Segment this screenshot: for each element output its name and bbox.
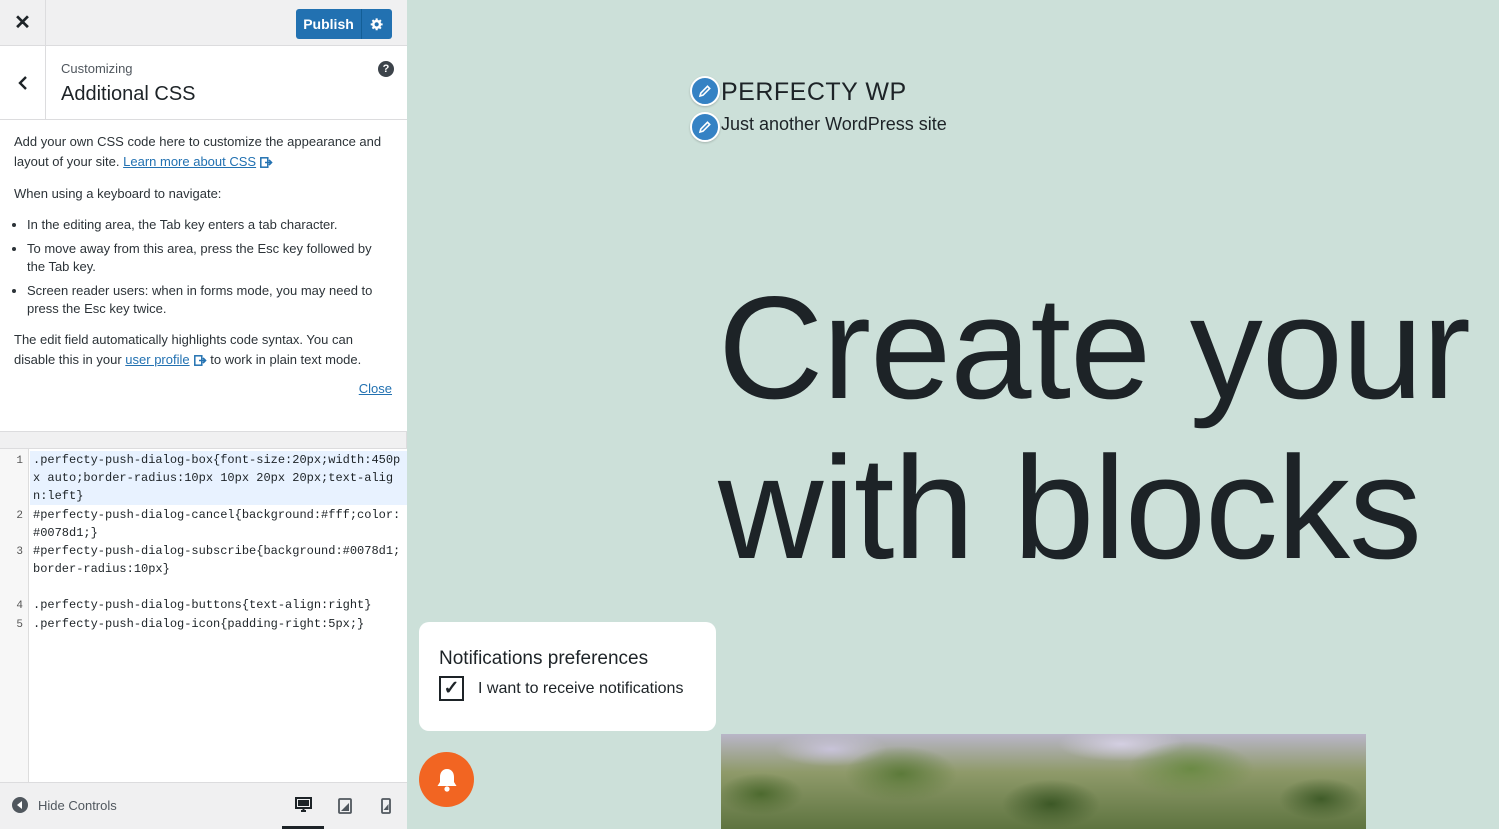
line-number: 3 xyxy=(16,546,23,558)
code-line[interactable]: .perfecty-push-dialog-box{font-size:20px… xyxy=(30,451,407,505)
code-line[interactable]: #perfecty-push-dialog-cancel{background:… xyxy=(33,506,401,542)
learn-more-css-link[interactable]: Learn more about CSS xyxy=(123,154,256,169)
line-number: 4 xyxy=(16,600,23,612)
code-line[interactable]: .perfecty-push-dialog-buttons{text-align… xyxy=(33,596,401,614)
publish-settings-button[interactable] xyxy=(362,9,392,39)
notification-checkbox[interactable]: ✓ xyxy=(439,676,464,701)
syntax-paragraph: The edit field automatically highlights … xyxy=(14,330,393,370)
list-item: Screen reader users: when in forms mode,… xyxy=(27,282,393,318)
back-button[interactable] xyxy=(0,46,46,119)
line-number: 1 xyxy=(16,455,23,467)
notification-bell-button[interactable] xyxy=(419,752,474,807)
hero-line: Create your w xyxy=(718,266,1499,429)
notification-preferences-box: Notifications preferences ✓ I want to re… xyxy=(419,622,716,731)
external-link-icon xyxy=(193,355,207,366)
publish-button[interactable]: Publish xyxy=(296,9,362,39)
edit-tagline-button[interactable] xyxy=(690,112,720,142)
keyboard-tips-list: In the editing area, the Tab key enters … xyxy=(14,216,393,318)
css-code-editor[interactable]: 1 2 3 4 5 .perfecty-push-dialog-box{font… xyxy=(0,448,407,782)
line-number: 2 xyxy=(16,510,23,522)
line-number-gutter: 1 2 3 4 5 xyxy=(0,449,29,782)
code-line[interactable]: #perfecty-push-dialog-subscribe{backgrou… xyxy=(33,542,401,578)
hero-heading: Create your w with blocks xyxy=(718,268,1499,588)
hero-image xyxy=(721,734,1366,829)
customizer-footer: Hide Controls xyxy=(0,782,407,829)
intro-paragraph: Add your own CSS code here to customize … xyxy=(14,132,393,172)
customizer-sidebar: ✕ Publish Customizing Additional CSS ? A… xyxy=(0,0,407,829)
notification-option: ✓ I want to receive notifications xyxy=(439,676,696,701)
help-icon[interactable]: ? xyxy=(378,61,394,77)
close-description-link[interactable]: Close xyxy=(359,379,392,399)
edit-site-title-button[interactable] xyxy=(690,76,720,106)
external-link-icon xyxy=(260,157,273,168)
hide-controls-label: Hide Controls xyxy=(38,797,117,813)
site-tagline: Just another WordPress site xyxy=(721,114,947,134)
hero-line: with blocks xyxy=(718,426,1422,589)
preview-desktop-button[interactable] xyxy=(282,783,324,829)
hide-controls-button[interactable]: Hide Controls xyxy=(12,797,117,813)
syntax-text-end: to work in plain text mode. xyxy=(210,352,362,367)
notification-title: Notifications preferences xyxy=(439,648,649,669)
user-profile-link[interactable]: user profile xyxy=(125,352,189,367)
desktop-icon xyxy=(294,796,312,812)
pencil-icon xyxy=(698,121,711,134)
site-title[interactable]: PERFECTY WP xyxy=(721,78,907,107)
tablet-icon xyxy=(338,798,352,814)
chevron-left-icon xyxy=(17,75,27,90)
css-description: Add your own CSS code here to customize … xyxy=(0,120,407,432)
preview-mobile-button[interactable] xyxy=(365,783,407,829)
keyboard-heading: When using a keyboard to navigate: xyxy=(14,186,222,201)
bell-icon xyxy=(437,768,456,792)
collapse-arrow-icon xyxy=(12,797,28,813)
line-number: 5 xyxy=(16,619,23,631)
section-header: Customizing Additional CSS ? xyxy=(0,46,407,120)
notification-checkbox-label[interactable]: I want to receive notifications xyxy=(478,680,683,698)
site-preview: PERFECTY WP Just another WordPress site … xyxy=(408,0,1499,829)
list-item: To move away from this area, press the E… xyxy=(27,240,393,276)
gear-icon xyxy=(370,18,383,31)
breadcrumb: Customizing xyxy=(61,61,133,76)
list-item: In the editing area, the Tab key enters … xyxy=(27,216,393,234)
section-title: Additional CSS xyxy=(61,83,196,105)
pencil-icon xyxy=(698,85,711,98)
publish-group: Publish xyxy=(296,9,392,39)
learn-more-label: Learn more about CSS xyxy=(123,154,257,169)
code-line[interactable]: .perfecty-push-dialog-icon{padding-right… xyxy=(33,615,401,633)
customizer-header: ✕ Publish xyxy=(0,0,407,46)
user-profile-label: user profile xyxy=(125,352,190,367)
close-icon: ✕ xyxy=(14,12,31,34)
mobile-icon xyxy=(381,798,391,814)
close-customizer-button[interactable]: ✕ xyxy=(0,0,46,45)
preview-tablet-button[interactable] xyxy=(324,783,366,829)
